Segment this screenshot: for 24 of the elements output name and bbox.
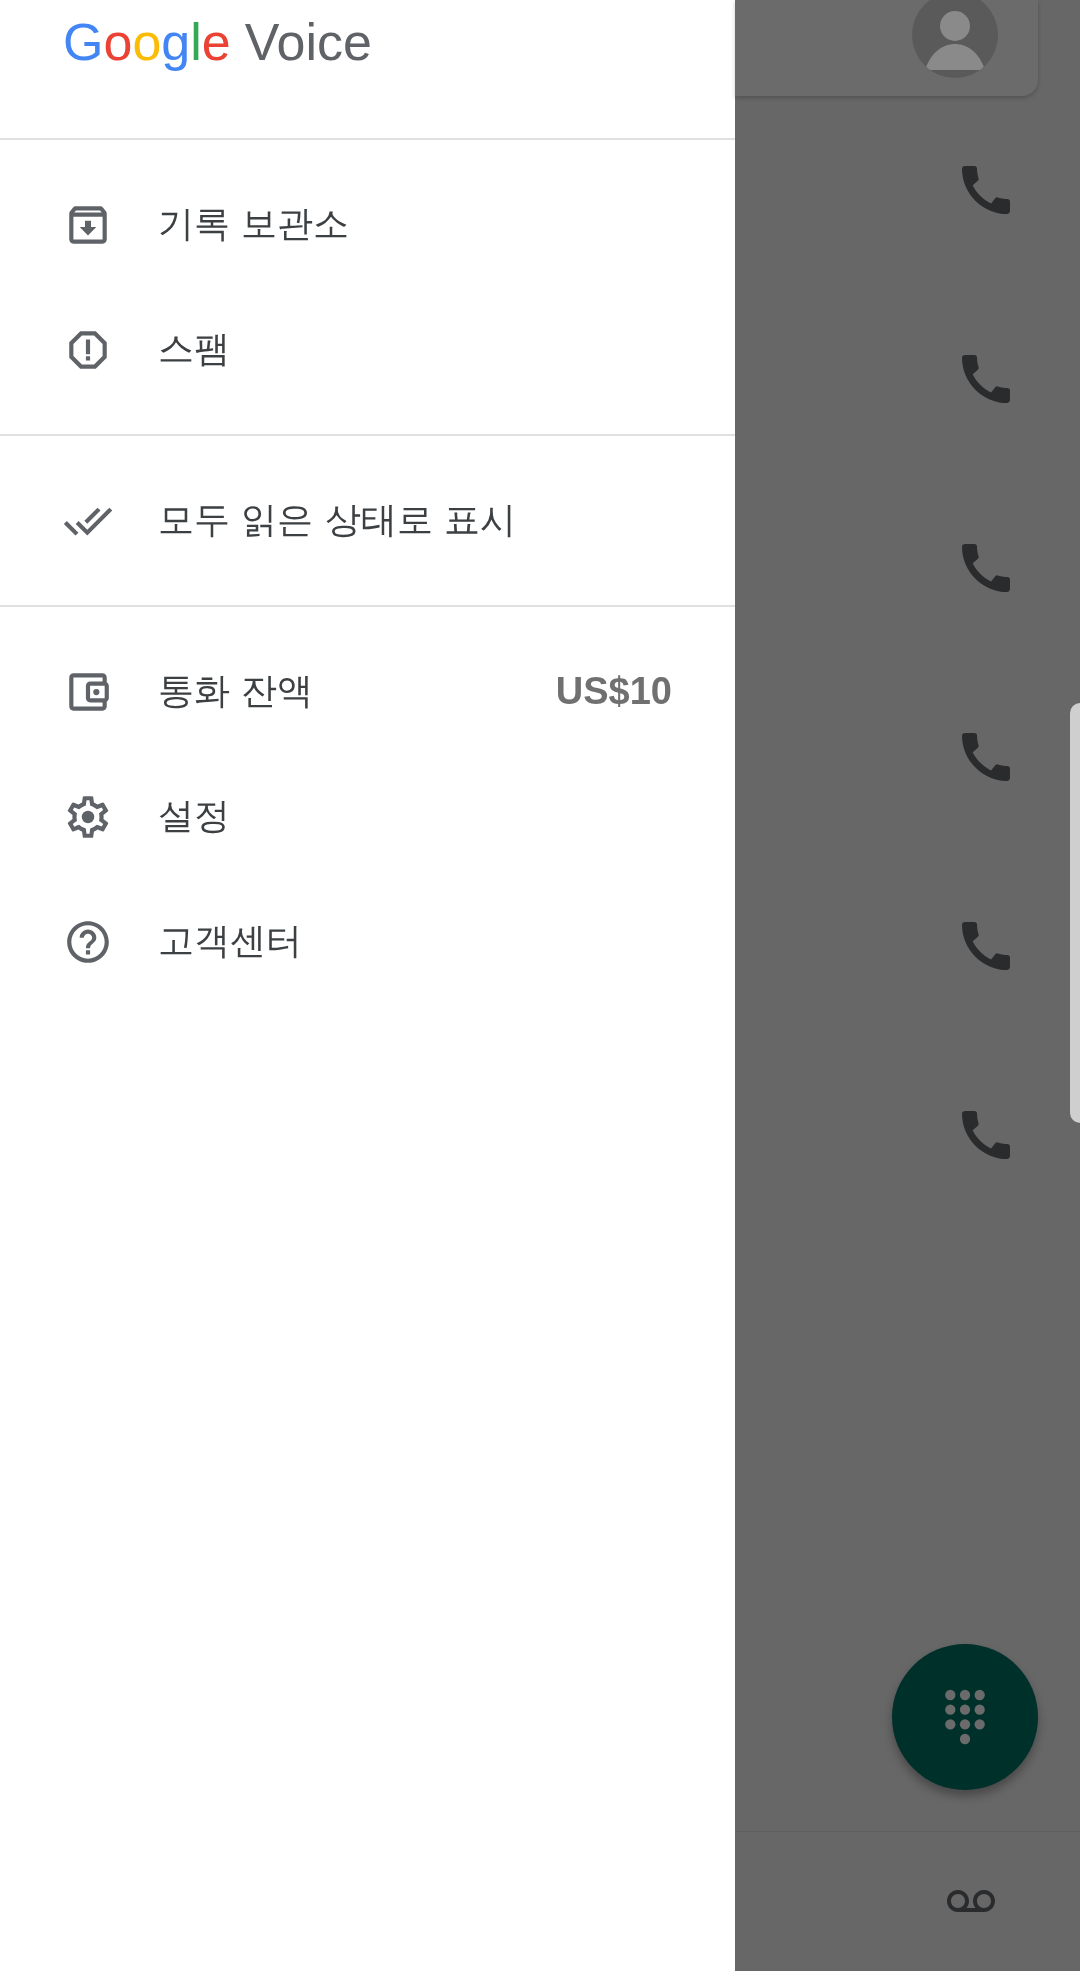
menu-item[interactable]: 설정 bbox=[0, 754, 735, 879]
phone-icon[interactable] bbox=[962, 733, 1010, 781]
phone-icon[interactable] bbox=[962, 355, 1010, 403]
logo-product-name: Voice bbox=[244, 12, 372, 72]
menu-label: 모두 읽은 상태로 표시 bbox=[158, 498, 518, 542]
menu-label: 통화 잔액 bbox=[158, 669, 315, 713]
menu-item[interactable]: 스팸 bbox=[0, 287, 735, 412]
scroll-handle[interactable] bbox=[1070, 703, 1080, 1123]
menu-label: 스팸 bbox=[158, 327, 231, 371]
menu-label: 기록 보관소 bbox=[158, 202, 351, 246]
phone-icon[interactable] bbox=[962, 1111, 1010, 1159]
phone-icon[interactable] bbox=[962, 544, 1010, 592]
menu-label: 고객센터 bbox=[158, 919, 303, 963]
menu-item[interactable]: 고객센터 bbox=[0, 879, 735, 1004]
logo-brand: Google bbox=[63, 12, 231, 72]
phone-icon[interactable] bbox=[962, 166, 1010, 214]
balance-amount: US$10 bbox=[555, 670, 672, 713]
menu-item[interactable]: 기록 보관소 bbox=[0, 162, 735, 287]
menu-item[interactable]: 모두 읽은 상태로 표시 bbox=[0, 458, 735, 583]
search-bar[interactable] bbox=[735, 0, 1038, 96]
phone-icon[interactable] bbox=[962, 922, 1010, 970]
dialpad-icon bbox=[943, 1687, 987, 1747]
menu-label: 설정 bbox=[158, 794, 231, 838]
menu-item[interactable]: 통화 잔액 US$10 bbox=[0, 629, 735, 754]
